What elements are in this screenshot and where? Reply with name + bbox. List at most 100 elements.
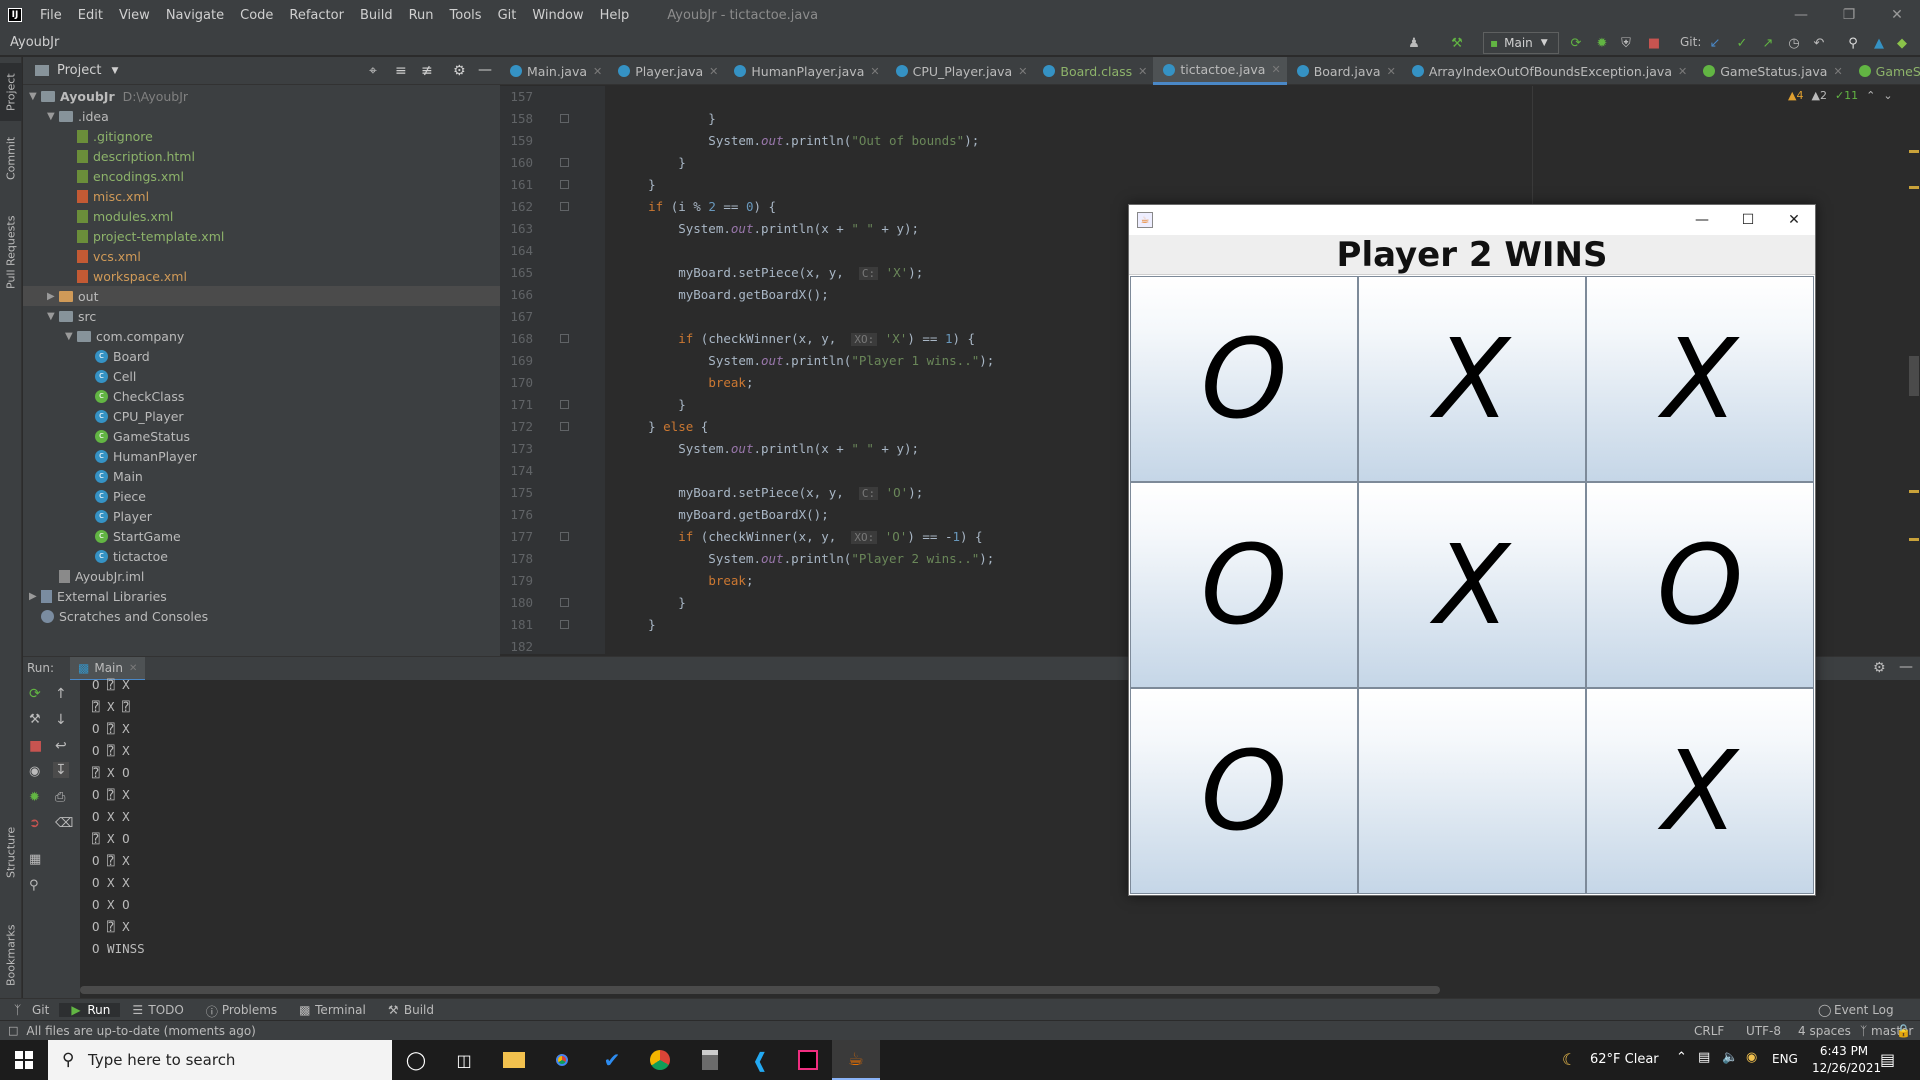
editor-tab[interactable]: tictactoe.java ✕ (1153, 57, 1287, 85)
tree-item[interactable]: c Cell (23, 366, 500, 386)
editor-tab[interactable]: HumanPlayer.java ✕ (724, 57, 885, 85)
chevron-down-icon[interactable]: ▼ (29, 91, 41, 102)
git-tool-button[interactable]: ᛉ Git (0, 1003, 59, 1017)
gear-icon[interactable]: ⚙ (453, 63, 466, 79)
menu-run[interactable]: Run (401, 8, 442, 23)
line-separator[interactable]: CRLF (1694, 1024, 1724, 1038)
calculator-icon[interactable] (686, 1040, 734, 1080)
tree-item[interactable]: vcs.xml (23, 246, 500, 266)
rerun-icon[interactable]: ⟳ (1567, 34, 1585, 52)
editor-tab[interactable]: CPU_Player.java ✕ (886, 57, 1034, 85)
error-stripe-mark[interactable] (1909, 490, 1919, 493)
restore-icon[interactable]: ❐ (1826, 0, 1872, 30)
tree-item[interactable]: c CheckClass (23, 386, 500, 406)
error-stripe-mark[interactable] (1909, 150, 1919, 153)
close-icon[interactable]: ✕ (1874, 0, 1920, 30)
run-tool-button[interactable]: ▶ Run (59, 1002, 121, 1017)
menu-file[interactable]: File (32, 8, 70, 23)
user-icon[interactable]: ♟ (1405, 34, 1423, 52)
close-tab-icon[interactable]: ✕ (870, 65, 879, 78)
debug-icon[interactable]: ✹ (29, 790, 40, 805)
search-icon[interactable]: ⚲ (1844, 34, 1862, 52)
bookmarks-tool-tab[interactable]: Bookmarks (0, 915, 22, 995)
arrow-up-icon[interactable]: ↑ (55, 686, 67, 702)
board-cell[interactable]: X (1358, 482, 1586, 688)
debug-icon[interactable]: ✹ (1593, 34, 1611, 52)
status-message[interactable]: All files are up-to-date (moments ago) (26, 1024, 255, 1038)
game-maximize-icon[interactable]: ☐ (1728, 209, 1768, 231)
menu-build[interactable]: Build (352, 8, 401, 23)
board-cell[interactable]: O (1130, 276, 1358, 482)
scroll-to-end-icon[interactable]: ↧ (53, 762, 69, 778)
git-history-icon[interactable]: ◷ (1785, 34, 1803, 52)
structure-tool-tab[interactable]: Structure (0, 817, 22, 887)
tree-item[interactable]: c GameStatus (23, 426, 500, 446)
close-tab-icon[interactable]: ✕ (1271, 63, 1280, 76)
tree-item[interactable]: AyoubJr.iml (23, 566, 500, 586)
trash-icon[interactable]: ⌫ (55, 816, 73, 831)
lock-icon[interactable]: 🔓 (1896, 1024, 1911, 1038)
wrench-icon[interactable]: ⚒ (29, 712, 41, 727)
close-tab-icon[interactable]: ✕ (709, 65, 718, 78)
problems-tool-button[interactable]: ⓘ Problems (194, 1003, 287, 1019)
tree-item[interactable]: ▼ com.company (23, 326, 500, 346)
fold-marker-icon[interactable] (560, 202, 569, 211)
chevron-down-icon[interactable]: ▼ (47, 111, 59, 122)
windows-start-icon[interactable] (0, 1040, 48, 1080)
chevron-right-icon[interactable]: ▶ (29, 591, 41, 602)
volume-icon[interactable]: 🔈 (1722, 1050, 1738, 1065)
project-panel-title[interactable]: Project (57, 63, 101, 78)
build-tool-button[interactable]: ⚒ Build (376, 1003, 444, 1017)
tree-item[interactable]: c Piece (23, 486, 500, 506)
tree-item[interactable]: c Main (23, 466, 500, 486)
gear-icon[interactable]: ⚙ (1873, 660, 1886, 676)
close-tab-icon[interactable]: ✕ (1387, 65, 1396, 78)
tree-item[interactable]: c Player (23, 506, 500, 526)
git-commit-icon[interactable]: ✓ (1733, 34, 1751, 52)
tree-item[interactable]: c StartGame (23, 526, 500, 546)
stop-icon[interactable]: ■ (29, 738, 42, 754)
tree-item[interactable]: c CPU_Player (23, 406, 500, 426)
collapse-all-icon[interactable]: ≢ (421, 63, 433, 79)
arrow-down-icon[interactable]: ↓ (55, 712, 67, 728)
intellij-icon[interactable] (784, 1040, 832, 1080)
close-tab-icon[interactable]: ✕ (1018, 65, 1027, 78)
chevron-right-icon[interactable]: ▶ (47, 291, 59, 302)
tray-app-icon[interactable]: ◉ (1746, 1050, 1757, 1065)
chrome-profile-icon[interactable] (636, 1040, 684, 1080)
commit-tool-tab[interactable]: Commit (0, 129, 22, 187)
tree-item[interactable]: workspace.xml (23, 266, 500, 286)
print-icon[interactable]: ⎙ (55, 790, 65, 805)
fold-marker-icon[interactable] (560, 598, 569, 607)
input-language[interactable]: ENG (1772, 1052, 1798, 1066)
menu-help[interactable]: Help (592, 8, 638, 23)
plugin-icon[interactable]: ◆ (1893, 34, 1911, 52)
project-breadcrumb[interactable]: AyoubJr (10, 35, 59, 50)
event-log-button[interactable]: ◯ Event Log (1806, 1003, 1904, 1017)
game-titlebar[interactable]: ☕ — ☐ ✕ (1129, 205, 1815, 235)
close-tab-icon[interactable]: ✕ (129, 663, 137, 674)
board-cell[interactable]: O (1130, 688, 1358, 894)
menu-view[interactable]: View (111, 8, 158, 23)
weather-label[interactable]: 62°F Clear (1590, 1052, 1659, 1067)
menu-git[interactable]: Git (490, 8, 525, 23)
editor-tab[interactable]: GameStatus.java ✕ (1693, 57, 1848, 85)
tree-item[interactable]: ▶ External Libraries (23, 586, 500, 606)
pull-requests-tool-tab[interactable]: Pull Requests (0, 207, 22, 297)
chrome-icon[interactable] (538, 1040, 586, 1080)
git-update-icon[interactable]: ↙ (1706, 34, 1724, 52)
board-cell[interactable] (1358, 688, 1586, 894)
camera-icon[interactable]: ◉ (29, 764, 40, 779)
build-hammer-icon[interactable]: ⚒ (1448, 34, 1466, 52)
coverage-icon[interactable]: ⛨ (1617, 34, 1635, 52)
pin-icon[interactable]: ⚲ (29, 878, 39, 893)
menu-tools[interactable]: Tools (442, 8, 490, 23)
fold-marker-icon[interactable] (560, 620, 569, 629)
editor-scrollbar[interactable] (1908, 86, 1920, 654)
tray-chevron-up-icon[interactable]: ⌃ (1676, 1050, 1687, 1065)
board-cell[interactable]: O (1586, 482, 1814, 688)
scroll-thumb[interactable] (1909, 356, 1919, 396)
indent-setting[interactable]: 4 spaces (1798, 1024, 1851, 1038)
taskbar-search[interactable]: ⚲ Type here to search (48, 1040, 392, 1080)
board-cell[interactable]: X (1586, 276, 1814, 482)
